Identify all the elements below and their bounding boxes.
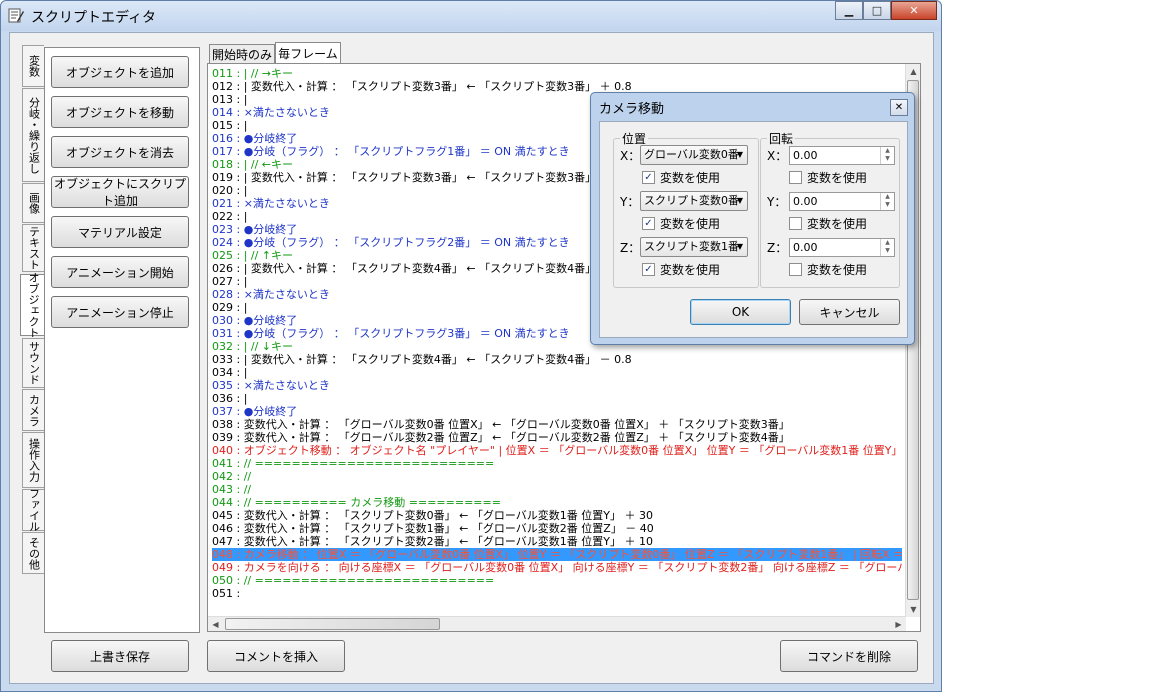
position-z-use-var-checkbox[interactable]: ✓ [642, 263, 655, 276]
code-line[interactable]: 043 : // [212, 483, 902, 496]
rotation-z-use-var-label: 変数を使用 [807, 263, 868, 277]
spinner-icon[interactable]: ▲ ▼ [880, 147, 894, 164]
close-button[interactable]: ✕ [891, 1, 937, 20]
scroll-up-icon[interactable]: ▲ [906, 64, 921, 79]
move-object-button[interactable]: オブジェクトを移動 [51, 96, 189, 128]
chevron-down-icon: ▼ [736, 196, 743, 205]
code-line[interactable]: 046 : 変数代入・計算 ： 「スクリプト変数1番」 ← 「グローバル変数2番… [212, 522, 902, 535]
dialog-body: 位置 X： グローバル変数0番 ▼ ✓ 変数を使用 Y： スクリプト変数0番 ▼ ✓… [599, 121, 908, 338]
code-line[interactable]: 038 : 変数代入・計算 ： 「グローバル変数0番 位置X」 ← 「グローバル… [212, 418, 902, 431]
tab-text[interactable]: テキスト [22, 224, 44, 272]
position-z-use-var-label: 変数を使用 [660, 263, 721, 277]
code-line[interactable]: 051 : [212, 587, 902, 600]
code-line[interactable]: 041 : // ========================== [212, 457, 902, 470]
rotation-z-label: Z： [767, 241, 788, 255]
delete-command-button[interactable]: コマンドを削除 [780, 640, 918, 672]
camera-move-dialog: カメラ移動 ✕ 位置 X： グローバル変数0番 ▼ ✓ 変数を使用 Y： スクリプ… [590, 92, 915, 345]
rotation-x-use-var-checkbox[interactable] [789, 171, 802, 184]
code-line[interactable]: 047 : 変数代入・計算 ： 「スクリプト変数2番」 ← 「グローバル変数1番… [212, 535, 902, 548]
rotation-y-label: Y： [767, 195, 787, 209]
code-line[interactable]: 034 : | [212, 366, 902, 379]
rotation-x-input[interactable]: 0.00 ▲ ▼ [789, 146, 895, 165]
window-title: スクリプトエディタ [31, 10, 157, 26]
position-y-use-var-checkbox[interactable]: ✓ [642, 217, 655, 230]
dialog-title: カメラ移動 [599, 102, 665, 117]
position-x-use-var-checkbox[interactable]: ✓ [642, 171, 655, 184]
scroll-left-icon[interactable]: ◀ [208, 617, 223, 632]
code-line[interactable]: 036 : | [212, 392, 902, 405]
tab-image[interactable]: 画像 [22, 183, 44, 223]
tab-object[interactable]: オブジェクト [20, 272, 45, 338]
code-line[interactable]: 050 : // ========================== [212, 574, 902, 587]
start-animation-button[interactable]: アニメーション開始 [51, 256, 189, 288]
position-z-label: Z： [620, 241, 641, 255]
code-line[interactable]: 040 : オブジェクト移動 ： オブジェクト名 "プレイヤー" | 位置X ＝… [212, 444, 902, 457]
rotation-y-use-var-checkbox[interactable] [789, 217, 802, 230]
add-script-to-object-button[interactable]: オブジェクトにスクリプト追加 [51, 176, 189, 208]
tab-camera[interactable]: カメラ [22, 389, 44, 431]
title-bar[interactable]: スクリプトエディタ ▁ □ ✕ [1, 1, 941, 31]
horizontal-scrollbar[interactable]: ◀ ▶ [208, 616, 906, 631]
rotation-y-use-var-label: 変数を使用 [807, 217, 868, 231]
material-settings-button[interactable]: マテリアル設定 [51, 216, 189, 248]
code-line[interactable]: 011 : | // →キー [212, 67, 902, 80]
tab-start-only[interactable]: 開始時のみ [209, 44, 275, 64]
tab-other[interactable]: その他 [22, 532, 44, 574]
object-command-panel: オブジェクトを追加 オブジェクトを移動 オブジェクトを消去 オブジェクトにスクリ… [44, 47, 200, 633]
tab-sound[interactable]: サウンド [22, 338, 44, 388]
rotation-z-input[interactable]: 0.00 ▲ ▼ [789, 238, 895, 257]
code-line[interactable]: 042 : // [212, 470, 902, 483]
position-y-use-var-label: 変数を使用 [660, 217, 721, 231]
code-line[interactable]: 049 : カメラを向ける ： 向ける座標X ＝ 「グローバル変数0番 位置X」… [212, 561, 902, 574]
code-line[interactable]: 045 : 変数代入・計算 ： 「スクリプト変数0番」 ← 「グローバル変数1番… [212, 509, 902, 522]
tab-file[interactable]: ファイル [22, 488, 44, 532]
tab-branch-loop[interactable]: 分岐・繰り返し [22, 88, 44, 182]
code-line[interactable]: 039 : 変数代入・計算 ： 「グローバル変数2番 位置Z」 ← 「グローバル… [212, 431, 902, 444]
rotation-y-input[interactable]: 0.00 ▲ ▼ [789, 192, 895, 211]
spinner-icon[interactable]: ▲ ▼ [880, 239, 894, 256]
tab-input[interactable]: 操作入力 [22, 432, 44, 488]
tab-every-frame[interactable]: 毎フレーム [275, 42, 341, 64]
ok-button[interactable]: OK [690, 299, 791, 325]
save-button[interactable]: 上書き保存 [51, 640, 189, 672]
position-x-use-var-label: 変数を使用 [660, 171, 721, 185]
delete-object-button[interactable]: オブジェクトを消去 [51, 136, 189, 168]
code-line[interactable]: 033 : | 変数代入・計算 ： 「スクリプト変数4番」 ← 「スクリプト変数… [212, 353, 902, 366]
dialog-close-icon[interactable]: ✕ [890, 99, 908, 116]
script-editor-icon [8, 8, 24, 23]
minimize-button[interactable]: ▁ [835, 1, 863, 20]
position-x-select[interactable]: グローバル変数0番 ▼ [640, 145, 748, 165]
rotation-group: 回転 X： 0.00 ▲ ▼ 変数を使用 Y： 0.00 ▲ ▼ 変数を使用 Z： 0.… [760, 130, 900, 288]
rotation-x-label: X： [767, 149, 788, 163]
maximize-button[interactable]: □ [863, 1, 891, 20]
chevron-down-icon: ▼ [736, 242, 743, 251]
code-line[interactable]: 035 : ×満たさないとき [212, 379, 902, 392]
scroll-right-icon[interactable]: ▶ [891, 617, 906, 632]
rotation-x-use-var-label: 変数を使用 [807, 171, 868, 185]
code-line[interactable]: 037 : ●分岐終了 [212, 405, 902, 418]
add-object-button[interactable]: オブジェクトを追加 [51, 56, 189, 88]
stop-animation-button[interactable]: アニメーション停止 [51, 296, 189, 328]
spinner-icon[interactable]: ▲ ▼ [880, 193, 894, 210]
insert-comment-button[interactable]: コメントを挿入 [207, 640, 345, 672]
scroll-down-icon[interactable]: ▼ [906, 602, 921, 617]
chevron-down-icon: ▼ [736, 150, 743, 159]
horizontal-scroll-thumb[interactable] [225, 618, 440, 630]
position-y-select[interactable]: スクリプト変数0番 ▼ [640, 191, 748, 211]
tab-variables[interactable]: 変数 [22, 45, 44, 87]
code-line[interactable]: 044 : // ========== カメラ移動 ========== [212, 496, 902, 509]
cancel-button[interactable]: キャンセル [799, 299, 900, 325]
position-x-label: X： [620, 149, 641, 163]
position-group: 位置 X： グローバル変数0番 ▼ ✓ 変数を使用 Y： スクリプト変数0番 ▼ ✓… [613, 130, 759, 288]
position-y-label: Y： [620, 195, 640, 209]
rotation-z-use-var-checkbox[interactable] [789, 263, 802, 276]
rotation-group-title: 回転 [767, 130, 796, 147]
position-z-select[interactable]: スクリプト変数1番 ▼ [640, 237, 748, 257]
code-line[interactable]: 048 : カメラ移動 ： 位置X ＝ 「グローバル変数0番 位置X」 位置Y … [212, 548, 902, 561]
